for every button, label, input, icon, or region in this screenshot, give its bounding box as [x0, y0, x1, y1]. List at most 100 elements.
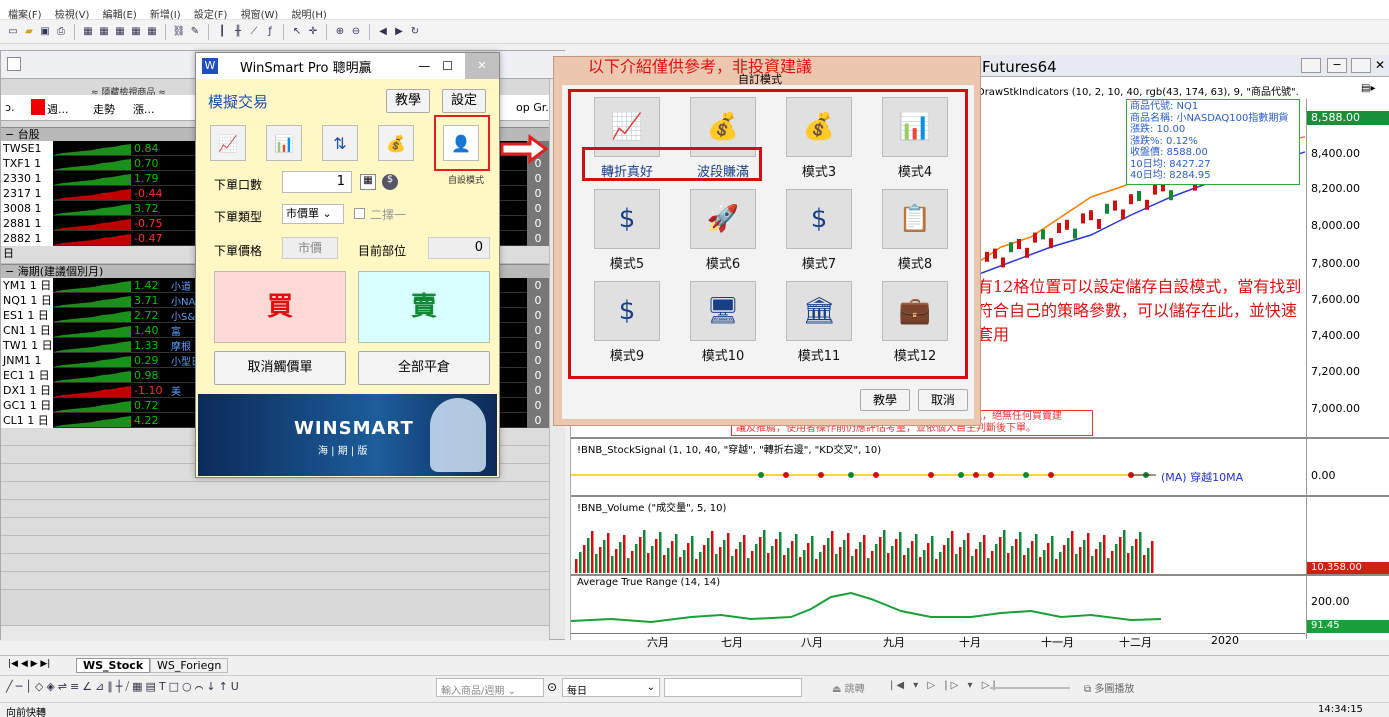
- new-file-icon[interactable]: ▭: [6, 25, 20, 39]
- volume-bar: [911, 541, 914, 573]
- choose-one-checkbox[interactable]: [354, 208, 365, 219]
- calculator-icon[interactable]: ▦: [360, 174, 376, 190]
- layout3-icon[interactable]: ▦: [113, 25, 127, 39]
- qty-input[interactable]: 1: [282, 171, 352, 193]
- mode-tile-5[interactable]: $: [594, 189, 660, 249]
- close-chart-icon[interactable]: ✕: [1375, 58, 1389, 73]
- candle-icon[interactable]: ╫: [231, 25, 245, 39]
- indicator-icon[interactable]: ƒ: [263, 25, 277, 39]
- month-label: 八月: [801, 636, 823, 649]
- col-header-trend[interactable]: 走勢: [93, 101, 115, 117]
- mode-tile-11[interactable]: 🏛: [786, 281, 852, 341]
- order-price-field[interactable]: 市價: [282, 237, 338, 259]
- jump-button[interactable]: ⏏ 跳轉: [832, 680, 865, 695]
- winsmart-dialog: W WinSmart Pro 聰明贏 — ☐ ✕ 模擬交易 教學 設定 📈 📊 …: [195, 52, 500, 478]
- tab-ws-stock[interactable]: WS_Stock: [76, 658, 151, 673]
- sparkline: [53, 188, 131, 200]
- chart-menu-icon[interactable]: ▤▸: [1361, 83, 1375, 94]
- sparkline: [53, 295, 131, 307]
- winsmart-title: WinSmart Pro 聰明贏: [240, 60, 372, 76]
- tab-ws-foriegn[interactable]: WS_Foriegn: [150, 658, 229, 673]
- period-select[interactable]: 每日 ⌄: [562, 678, 660, 697]
- volume-bar: [619, 542, 622, 573]
- volume-bar: [1003, 530, 1006, 573]
- close-all-button[interactable]: 全部平倉: [358, 351, 490, 385]
- maximize-button[interactable]: [1351, 58, 1371, 73]
- cursor-icon[interactable]: ↖: [290, 25, 304, 39]
- price-tick: 7,000.00: [1311, 402, 1360, 415]
- link-icon[interactable]: ⛓: [172, 25, 186, 39]
- bar-icon[interactable]: ┃: [215, 25, 229, 39]
- mode-tile-10[interactable]: 🖥: [690, 281, 756, 341]
- volume-bar: [675, 534, 678, 573]
- layout5-icon[interactable]: ▦: [145, 25, 159, 39]
- sparkline: [53, 173, 131, 185]
- refresh-icon[interactable]: ↻: [408, 25, 422, 39]
- play-icon[interactable]: ▶: [392, 25, 406, 39]
- symbol-name: DX1 1 日: [1, 382, 53, 398]
- volume-bar: [671, 541, 674, 573]
- minimize-button[interactable]: −: [1327, 58, 1347, 73]
- layout2-icon[interactable]: ▦: [97, 25, 111, 39]
- order-type-select[interactable]: 市價單 ⌄: [282, 204, 344, 224]
- tab-nav-icons[interactable]: |◀ ◀ ▶ ▶|: [8, 659, 50, 669]
- close-icon[interactable]: ✕: [465, 53, 499, 79]
- volume-bar: [691, 536, 694, 573]
- mode-tile-4[interactable]: 📊: [882, 97, 948, 157]
- strategy-2-button[interactable]: 📊: [266, 125, 302, 161]
- layout-icon[interactable]: ▦: [81, 25, 95, 39]
- mode-tile-9[interactable]: $: [594, 281, 660, 341]
- line-icon[interactable]: ⟋: [247, 25, 261, 39]
- sparkline: [53, 325, 131, 337]
- custom-teach-button[interactable]: 教學: [860, 389, 910, 411]
- mode-tile-8[interactable]: 📋: [882, 189, 948, 249]
- maximize-icon[interactable]: ☐: [442, 59, 453, 73]
- help-circle-icon[interactable]: ⊙: [547, 680, 557, 694]
- teach-button[interactable]: 教學: [386, 89, 430, 113]
- dollar-icon[interactable]: $: [382, 174, 398, 190]
- layout4-icon[interactable]: ▦: [129, 25, 143, 39]
- strategy-3-button[interactable]: ⇅: [322, 125, 358, 161]
- playback-controls[interactable]: |◀ ▾ ▷ |▷ ▾ ▷|: [890, 680, 999, 691]
- buy-button[interactable]: 買: [214, 271, 346, 343]
- sell-button[interactable]: 賣: [358, 271, 490, 343]
- mode-tile-12[interactable]: 💼: [882, 281, 948, 341]
- period-icon[interactable]: [31, 99, 45, 115]
- col-header-1[interactable]: ↄ.: [5, 101, 15, 114]
- play-back-icon[interactable]: ◀: [376, 25, 390, 39]
- candle: [1129, 194, 1133, 205]
- date-input[interactable]: [664, 678, 802, 697]
- volume-bar: [599, 547, 602, 573]
- strategy-4-button[interactable]: 💰: [378, 125, 414, 161]
- print-icon[interactable]: ⎙: [54, 25, 68, 39]
- mode-tile-7[interactable]: $: [786, 189, 852, 249]
- window-icon: [7, 57, 21, 71]
- symbol-input[interactable]: 輸入商品/週期 ⌄: [436, 678, 544, 697]
- drawing-tools-icons[interactable]: ╱─│◇◈⇌≡∠⊿∥┼⧸▦▤T□○⌒↓↑U: [6, 680, 242, 694]
- person-icon: 👤: [451, 133, 471, 153]
- symbol-name: JNM1 1 日: [1, 352, 53, 382]
- zoom-out-icon[interactable]: ⊖: [349, 25, 363, 39]
- crosshair-icon[interactable]: ✛: [306, 25, 320, 39]
- pencil-icon[interactable]: ✎: [188, 25, 202, 39]
- open-folder-icon[interactable]: ▰: [22, 25, 36, 39]
- mode-tile-6[interactable]: 🚀: [690, 189, 756, 249]
- change-value: 1.79: [134, 171, 159, 185]
- col-header-change[interactable]: 漲...: [133, 101, 155, 117]
- col-header-2[interactable]: 週...: [47, 101, 69, 117]
- multi-chart-button[interactable]: ⧉ 多圖播放: [1084, 680, 1134, 695]
- cancel-trigger-button[interactable]: 取消觸價單: [214, 351, 346, 385]
- mode-tile-3[interactable]: 💰: [786, 97, 852, 157]
- zoom-in-icon[interactable]: ⊕: [333, 25, 347, 39]
- custom-cancel-button[interactable]: 取消: [918, 389, 968, 411]
- horizontal-scrollbar[interactable]: [1, 625, 549, 641]
- volume-bar: [579, 552, 582, 573]
- settings-button[interactable]: 設定: [442, 89, 486, 113]
- save-icon[interactable]: ▣: [38, 25, 52, 39]
- strategy-1-button[interactable]: 📈: [210, 125, 246, 161]
- restore-button[interactable]: [1301, 58, 1321, 73]
- playback-slider[interactable]: [990, 687, 1070, 689]
- custom-mode-button[interactable]: 👤: [443, 125, 479, 161]
- volume-bar: [947, 538, 950, 573]
- minimize-icon[interactable]: —: [418, 59, 430, 73]
